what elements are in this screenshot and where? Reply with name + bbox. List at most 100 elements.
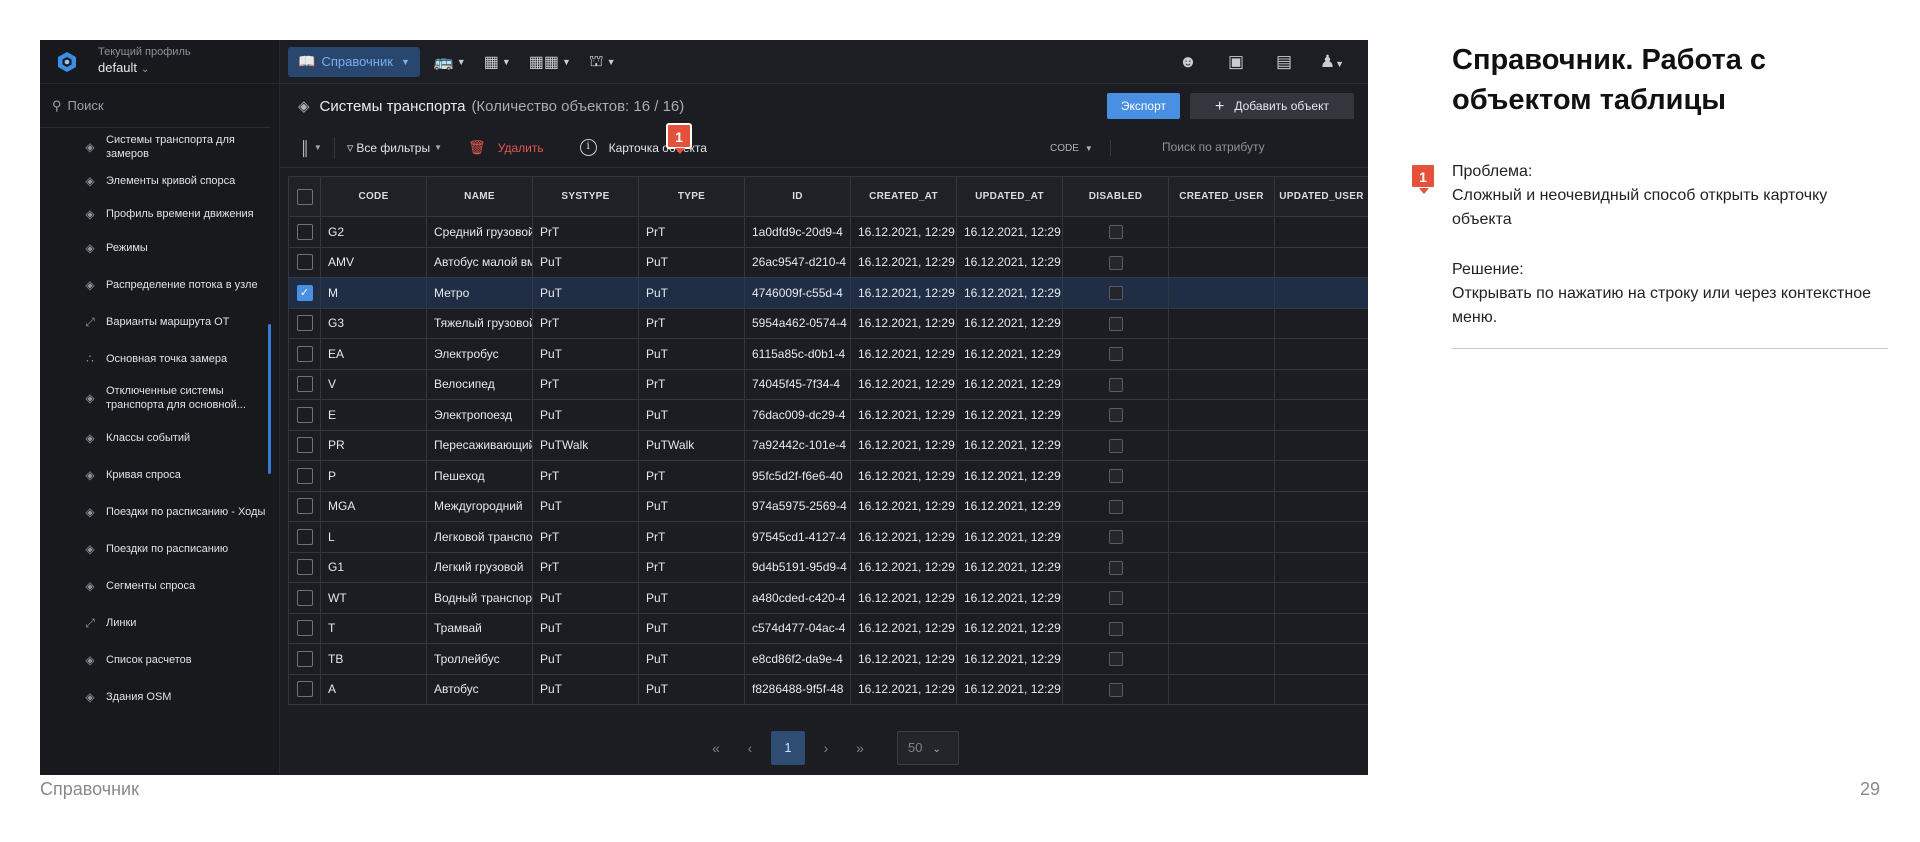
table-row[interactable]: A Автобус PuT PuT f8286488-9f5f-48 16.12.2021…: [288, 673, 1368, 705]
column-header[interactable]: UPDATED_AT: [956, 176, 1063, 217]
sidebar-item[interactable]: ◈ Сегменты спроса: [40, 567, 272, 604]
calculator-menu-button[interactable]: ▦ ▼: [480, 47, 515, 77]
disabled-checkbox[interactable]: [1108, 225, 1123, 240]
row-checkbox[interactable]: [296, 223, 313, 240]
row-checkbox[interactable]: [296, 498, 313, 515]
row-select-cell[interactable]: [288, 307, 321, 339]
row-select-cell[interactable]: [288, 338, 321, 370]
profile-value[interactable]: default: [98, 60, 137, 75]
row-checkbox[interactable]: [296, 315, 313, 332]
column-header[interactable]: ID: [744, 176, 851, 217]
column-header[interactable]: CREATED_USER: [1168, 176, 1275, 217]
sidebar-item[interactable]: ◈ Классы событий: [40, 419, 272, 456]
table-row[interactable]: P Пешеход PrT PrT 95fc5d2f-f6e6-40 16.12.2021…: [288, 460, 1368, 492]
row-select-cell[interactable]: [288, 216, 321, 248]
row-checkbox[interactable]: [296, 437, 313, 454]
row-checkbox[interactable]: [296, 467, 313, 484]
row-select-cell[interactable]: ✓: [288, 277, 321, 309]
user-avatar-icon[interactable]: ♟▼: [1308, 52, 1356, 72]
row-select-cell[interactable]: [288, 582, 321, 614]
add-object-button[interactable]: + Добавить объект: [1190, 93, 1354, 119]
row-checkbox[interactable]: ✓: [296, 284, 313, 301]
disabled-checkbox[interactable]: [1108, 499, 1123, 514]
table-row[interactable]: WT Водный транспорт PuT PuT a480cded-c420-4 1…: [288, 582, 1368, 614]
search-input[interactable]: Поиск: [68, 98, 104, 113]
export-button[interactable]: Экспорт: [1106, 93, 1180, 119]
table-row[interactable]: G1 Легкий грузовой PrT PrT 9d4b5191-95d9-4 16…: [288, 551, 1368, 583]
table-row[interactable]: PRПересаживающийсяPuTWalkPuTWalk7a92442c…: [288, 429, 1368, 461]
column-header[interactable]: DISABLED: [1062, 176, 1169, 217]
row-select-cell[interactable]: [288, 399, 321, 431]
disabled-checkbox[interactable]: [1108, 316, 1123, 331]
current-page[interactable]: 1: [771, 731, 805, 765]
row-checkbox[interactable]: [296, 345, 313, 362]
row-select-cell[interactable]: [288, 368, 321, 400]
table-row[interactable]: T Трамвай PuT PuT c574d477-04ac-4 16.12.2021,…: [288, 612, 1368, 644]
disabled-checkbox[interactable]: [1108, 255, 1123, 270]
select-all-checkbox[interactable]: [296, 188, 313, 205]
table-row[interactable]: V Велосипед PrT PrT 74045f45-7f34-4 16.12.202…: [288, 368, 1368, 400]
layout-menu-button[interactable]: ▦▦ ▼: [525, 47, 575, 77]
row-checkbox[interactable]: [296, 620, 313, 637]
sidebar-item[interactable]: ∴ Основная точка замера: [40, 340, 272, 377]
vehicle-menu-button[interactable]: ⛫ ▼: [585, 47, 620, 77]
row-checkbox[interactable]: [296, 376, 313, 393]
delete-button[interactable]: 🗑 Удалить: [468, 128, 544, 168]
disabled-checkbox[interactable]: [1108, 530, 1123, 545]
sidebar-scrollbar[interactable]: [268, 324, 271, 474]
sidebar-item[interactable]: ◈ Здания OSM: [40, 678, 272, 715]
transport-menu-button[interactable]: 🚌 ▼: [430, 47, 470, 77]
sidebar-item[interactable]: ◈ Поездки по расписанию: [40, 530, 272, 567]
archive-icon[interactable]: ▣: [1212, 52, 1260, 72]
table-row[interactable]: E Электропоезд PuT PuT 76dac009-dc29-4 16.12.…: [288, 399, 1368, 431]
select-all-cell[interactable]: [288, 176, 321, 217]
sidebar-item[interactable]: ◈ Системы транспорта для замеров: [40, 132, 272, 162]
table-row[interactable]: MGA Междугородний PuT PuT 974a5975-2569-4 16.…: [288, 490, 1368, 522]
attribute-select[interactable]: CODE ▼: [1050, 128, 1093, 168]
disabled-checkbox[interactable]: [1108, 438, 1123, 453]
profile-switcher[interactable]: Текущий профиль default ⌄: [40, 40, 279, 84]
disabled-checkbox[interactable]: [1108, 377, 1123, 392]
filters-button[interactable]: ▿ Все фильтры ▼: [347, 128, 442, 168]
sidebar-item[interactable]: ⤢ Линки: [40, 604, 272, 641]
disabled-checkbox[interactable]: [1108, 286, 1123, 301]
row-select-cell[interactable]: [288, 521, 321, 553]
row-select-cell[interactable]: [288, 551, 321, 583]
disabled-checkbox[interactable]: [1108, 682, 1123, 697]
row-select-cell[interactable]: [288, 612, 321, 644]
row-checkbox[interactable]: [296, 650, 313, 667]
column-header[interactable]: SYSTYPE: [532, 176, 639, 217]
row-checkbox[interactable]: [296, 681, 313, 698]
table-row[interactable]: EA Электробус PuT PuT 6115a85c-d0b1-4 16.12.2…: [288, 338, 1368, 370]
row-select-cell[interactable]: [288, 246, 321, 278]
sidebar-item[interactable]: ◈ Элементы кривой спорса: [40, 162, 272, 199]
sidebar-item[interactable]: ◈ Кривая спроса: [40, 456, 272, 493]
columns-button[interactable]: ║ ▼: [300, 128, 322, 168]
column-header[interactable]: CREATED_AT: [850, 176, 957, 217]
disabled-checkbox[interactable]: [1108, 652, 1123, 667]
row-checkbox[interactable]: [296, 559, 313, 576]
reference-menu-button[interactable]: 📖 Справочник ▼: [288, 46, 420, 77]
column-header[interactable]: UPDATED_USER: [1274, 176, 1368, 217]
sidebar-item[interactable]: ◈ Отключенные системы транспорта для осно…: [40, 377, 272, 419]
clipboard-icon[interactable]: ▤: [1260, 52, 1308, 72]
table-row[interactable]: LЛегковой транспортPrTPrT97545cd1-4127-4…: [288, 521, 1368, 553]
attribute-search-input[interactable]: Поиск по атрибуту: [1162, 140, 1265, 154]
row-checkbox[interactable]: [296, 406, 313, 423]
row-select-cell[interactable]: [288, 460, 321, 492]
sidebar-item[interactable]: ◈ Поездки по расписанию - Ходы: [40, 493, 272, 530]
table-row[interactable]: TB Троллейбус PuT PuT e8cd86f2-da9e-4 16.12.2…: [288, 643, 1368, 675]
column-header[interactable]: TYPE: [638, 176, 745, 217]
row-checkbox[interactable]: [296, 254, 313, 271]
sidebar-item[interactable]: ◈ Профиль времени движения: [40, 199, 272, 229]
disabled-checkbox[interactable]: [1108, 469, 1123, 484]
first-page-icon[interactable]: «: [699, 740, 733, 756]
table-row[interactable]: ✓ M Метро PuT PuT 4746009f-c55d-4 16.12.2021, …: [288, 277, 1368, 309]
table-row[interactable]: G2 Средний грузовой PrT PrT 1a0dfd9c-20d9-4 1…: [288, 216, 1368, 248]
disabled-checkbox[interactable]: [1108, 560, 1123, 575]
disabled-checkbox[interactable]: [1108, 591, 1123, 606]
row-select-cell[interactable]: [288, 429, 321, 461]
column-header[interactable]: CODE: [320, 176, 427, 217]
sidebar-item[interactable]: ◈ Распределение потока в узле: [40, 266, 272, 303]
prev-page-icon[interactable]: ‹: [733, 740, 767, 756]
